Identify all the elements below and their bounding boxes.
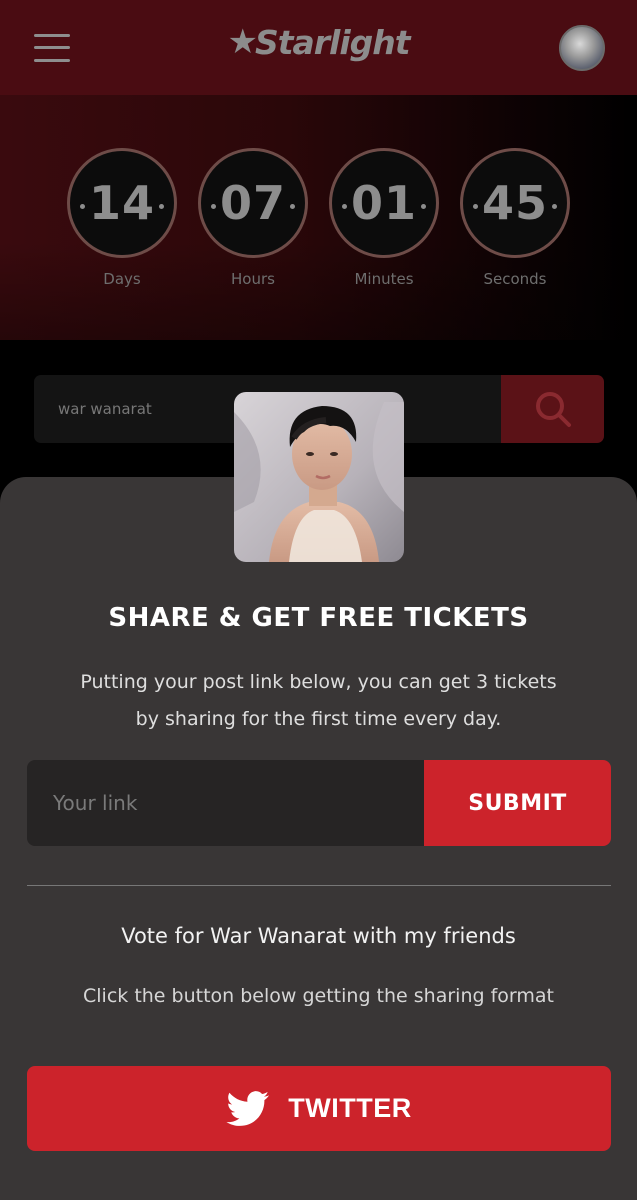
- countdown-value: 01: [350, 176, 417, 230]
- divider: [27, 885, 611, 886]
- countdown-label: Days: [103, 270, 141, 288]
- hamburger-menu-icon[interactable]: [34, 33, 70, 62]
- link-input[interactable]: [27, 760, 424, 846]
- countdown-seconds: 45 Seconds: [460, 148, 570, 288]
- countdown-hours: 07 Hours: [198, 148, 308, 288]
- countdown-label: Hours: [231, 270, 275, 288]
- twitter-bird-icon: [226, 1090, 270, 1126]
- countdown-label: Seconds: [483, 270, 547, 288]
- artist-photo: [234, 392, 404, 562]
- countdown-ring: 07: [198, 148, 308, 258]
- user-avatar[interactable]: [559, 24, 605, 71]
- instruction-text: Click the button below getting the shari…: [83, 985, 554, 1007]
- countdown-minutes: 01 Minutes: [329, 148, 439, 288]
- countdown-days: 14 Days: [67, 148, 177, 288]
- top-header: ★ Starlight: [0, 0, 637, 95]
- submit-button[interactable]: SUBMIT: [424, 760, 611, 846]
- search-button[interactable]: [501, 375, 604, 443]
- starlight-logo[interactable]: ★ Starlight: [227, 22, 411, 62]
- countdown-value: 07: [219, 176, 286, 230]
- link-form: SUBMIT: [27, 760, 611, 846]
- countdown-label: Minutes: [354, 270, 414, 288]
- star-icon: ★: [227, 22, 258, 62]
- modal-description: Putting your post link below, you can ge…: [60, 664, 577, 738]
- description-line-1: Putting your post link below, you can ge…: [80, 671, 557, 693]
- countdown-value: 45: [481, 176, 548, 230]
- search-icon: [535, 392, 571, 427]
- countdown-value: 14: [88, 176, 155, 230]
- vote-text: Vote for War Wanarat with my friends: [121, 924, 516, 948]
- countdown-ring: 14: [67, 148, 177, 258]
- countdown-ring: 45: [460, 148, 570, 258]
- countdown-ring: 01: [329, 148, 439, 258]
- twitter-label: TWITTER: [288, 1093, 412, 1123]
- twitter-share-button[interactable]: TWITTER: [27, 1066, 611, 1151]
- logo-text: Starlight: [254, 22, 411, 62]
- description-line-2: by sharing for the first time every day.: [135, 708, 502, 730]
- modal-title: SHARE & GET FREE TICKETS: [108, 603, 529, 633]
